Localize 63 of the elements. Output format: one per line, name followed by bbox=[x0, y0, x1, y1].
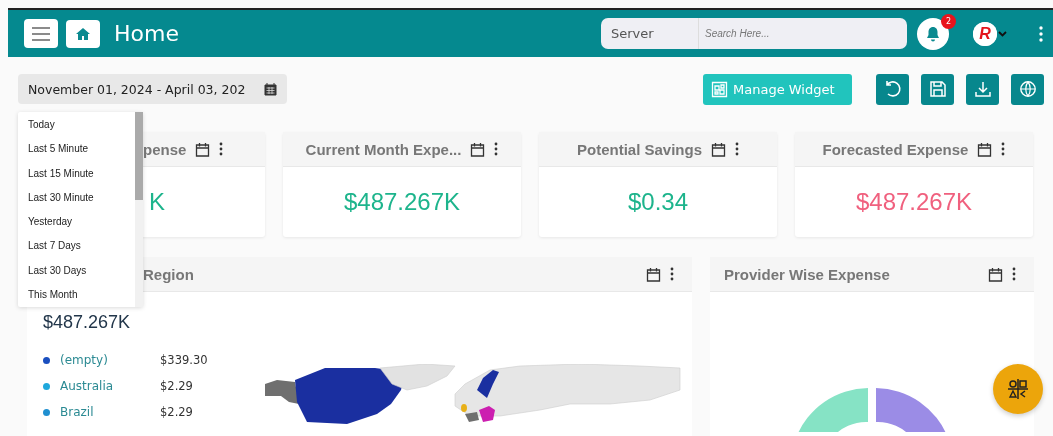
shapes-icon bbox=[1008, 379, 1028, 399]
save-icon bbox=[928, 80, 947, 98]
calendar-icon[interactable] bbox=[977, 141, 993, 157]
scrollbar-thumb[interactable] bbox=[135, 112, 143, 200]
notification-badge: 2 bbox=[941, 13, 956, 29]
more-icon[interactable] bbox=[670, 267, 674, 281]
card-title: Potential Savings bbox=[576, 140, 702, 158]
calendar-icon[interactable] bbox=[988, 266, 1003, 282]
date-preset-option[interactable]: Last 7 Days bbox=[28, 238, 135, 255]
date-preset-option[interactable]: Last 15 Minute bbox=[28, 165, 135, 182]
menu-button[interactable] bbox=[24, 19, 58, 48]
card-title: Forecasted Expense bbox=[822, 140, 969, 158]
date-preset-option[interactable]: Last 5 Minute bbox=[28, 141, 135, 158]
card-title: Region bbox=[143, 265, 194, 283]
home-icon bbox=[75, 26, 91, 41]
more-icon[interactable] bbox=[1012, 267, 1016, 281]
legend-label[interactable]: (empty) bbox=[60, 353, 160, 367]
globe-button[interactable] bbox=[1011, 73, 1044, 105]
more-icon[interactable] bbox=[735, 142, 739, 156]
kpi-value: $487.267K bbox=[855, 188, 973, 216]
date-preset-option[interactable]: Today bbox=[28, 117, 135, 133]
calendar-icon[interactable] bbox=[470, 141, 486, 157]
date-preset-option[interactable]: Last 30 Days bbox=[28, 262, 135, 279]
card-title: pense bbox=[143, 140, 187, 158]
calendar-icon bbox=[264, 82, 277, 96]
download-icon bbox=[973, 80, 992, 98]
date-range-value: November 01, 2024 - April 03, 202 bbox=[28, 81, 247, 97]
download-button[interactable] bbox=[966, 73, 999, 105]
date-preset-option[interactable]: This Month bbox=[28, 287, 135, 304]
date-preset-option[interactable]: Yesterday bbox=[28, 214, 135, 231]
calendar-icon[interactable] bbox=[711, 141, 726, 157]
kpi-value: $487.267K bbox=[343, 188, 461, 216]
date-preset-option[interactable]: Last 30 Minute bbox=[28, 189, 135, 206]
legend-value: $339.30 bbox=[160, 353, 208, 367]
search-scope[interactable]: Server bbox=[601, 18, 699, 49]
date-range-picker[interactable]: November 01, 2024 - April 03, 202 bbox=[18, 74, 287, 104]
legend-label[interactable]: Australia bbox=[60, 379, 160, 393]
home-button[interactable] bbox=[66, 19, 100, 48]
calendar-icon[interactable] bbox=[646, 266, 661, 282]
search-field[interactable]: Server Search Here... bbox=[601, 18, 907, 49]
widget-icon bbox=[711, 80, 728, 98]
kpi-value: $0.34 bbox=[627, 188, 689, 216]
calendar-icon[interactable] bbox=[195, 141, 211, 157]
legend-label[interactable]: Brazil bbox=[60, 405, 160, 419]
refresh-button[interactable] bbox=[876, 73, 909, 105]
region-total: $487.267K bbox=[43, 312, 132, 333]
kpi-value: K bbox=[149, 188, 165, 216]
legend-value: $2.29 bbox=[160, 405, 193, 419]
more-icon[interactable] bbox=[219, 142, 224, 156]
bell-icon bbox=[926, 25, 940, 42]
more-icon[interactable] bbox=[1001, 142, 1006, 156]
more-icon[interactable] bbox=[494, 142, 499, 156]
page-title: Home bbox=[114, 21, 179, 46]
legend-value: $2.29 bbox=[160, 379, 193, 393]
notification-button[interactable] bbox=[917, 17, 949, 50]
globe-icon bbox=[1018, 80, 1037, 98]
caret-icon bbox=[998, 30, 1007, 37]
card-title: Current Month Expe... bbox=[305, 140, 462, 158]
save-button[interactable] bbox=[921, 73, 954, 105]
card-title: Provider Wise Expense bbox=[724, 265, 890, 283]
menu-icon bbox=[31, 25, 51, 42]
user-menu[interactable]: R bbox=[973, 21, 1007, 46]
avatar: R bbox=[973, 21, 997, 46]
